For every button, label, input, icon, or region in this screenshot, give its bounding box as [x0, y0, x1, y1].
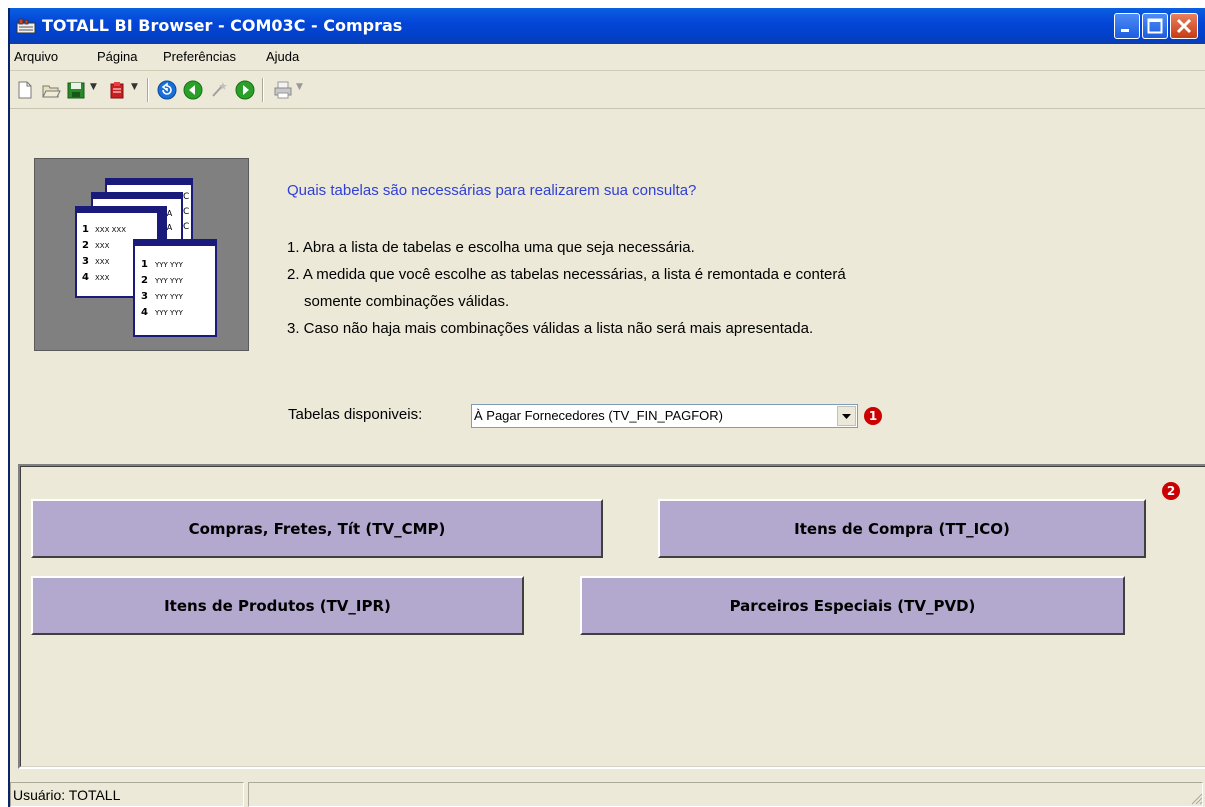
menu-bar: Arquivo Página Preferências Ajuda [10, 44, 1205, 71]
menu-ajuda[interactable]: Ajuda [266, 49, 299, 64]
svg-text:4: 4 [82, 272, 89, 283]
toolbar-separator [147, 78, 149, 102]
tables-select-value: À Pagar Fornecedores (TV_FIN_PAGFOR) [474, 408, 724, 423]
tables-illustration-image: C C C AA AA 1 XXX XXX 2 XXX 3 XXX 4 XXX … [75, 178, 217, 337]
status-pane-user: Usuário: TOTALL [10, 782, 244, 807]
callout-badge-2: 2 [1162, 482, 1180, 500]
minimize-icon [1121, 29, 1129, 32]
save-icon[interactable] [65, 79, 87, 101]
minimize-button[interactable] [1114, 13, 1140, 39]
status-user: Usuário: TOTALL [13, 787, 121, 803]
svg-text:3: 3 [82, 256, 89, 267]
title-bar[interactable]: TOTALL BI Browser - COM03C - Compras [10, 8, 1205, 44]
menu-preferencias[interactable]: Preferências [163, 49, 236, 64]
app-icon [16, 18, 36, 34]
svg-text:YYY YYY: YYY YYY [154, 309, 184, 317]
menu-pagina[interactable]: Página [97, 49, 137, 64]
table-button-tv-ipr[interactable]: Itens de Produtos (TV_IPR) [31, 576, 524, 635]
svg-text:XXX: XXX [95, 258, 110, 266]
svg-text:2: 2 [82, 240, 89, 251]
instruction-step: 2. A medida que você escolhe as tabelas … [287, 266, 846, 283]
menu-arquivo[interactable]: Arquivo [14, 49, 58, 64]
forward-icon[interactable] [234, 79, 256, 101]
instruction-steps: 1. Abra a lista de tabelas e escolha uma… [287, 234, 846, 342]
svg-text:1: 1 [141, 259, 148, 270]
svg-text:2: 2 [141, 275, 148, 286]
print-dropdown-icon[interactable]: ▼ [296, 82, 303, 92]
maximize-icon [1147, 18, 1163, 34]
window-title: TOTALL BI Browser - COM03C - Compras [42, 16, 403, 35]
toolbar-separator [262, 78, 264, 102]
instruction-question: Quais tabelas são necessárias para reali… [287, 182, 697, 199]
app-window: TOTALL BI Browser - COM03C - Compras Arq… [8, 8, 1205, 807]
instruction-step: 3. Caso não haja mais combinações válida… [287, 320, 814, 337]
close-button[interactable] [1170, 13, 1198, 39]
new-document-icon[interactable] [14, 79, 36, 101]
status-bar: Usuário: TOTALL [10, 779, 1205, 807]
callout-badge-1: 1 [864, 407, 882, 425]
open-folder-icon[interactable] [40, 79, 62, 101]
tables-select-dropdown-button[interactable] [837, 406, 856, 426]
table-button-tt-ico[interactable]: Itens de Compra (TT_ICO) [658, 499, 1146, 558]
table-button-tv-cmp[interactable]: Compras, Fretes, Tít (TV_CMP) [31, 499, 603, 558]
instruction-step: 1. Abra a lista de tabelas e escolha uma… [287, 239, 695, 256]
close-icon [1176, 18, 1192, 34]
svg-text:YYY YYY: YYY YYY [154, 293, 184, 301]
svg-text:XXX XXX: XXX XXX [95, 226, 126, 234]
svg-text:YYY YYY: YYY YYY [154, 261, 184, 269]
refresh-icon[interactable] [156, 79, 178, 101]
back-icon[interactable] [182, 79, 204, 101]
svg-text:1: 1 [82, 224, 89, 235]
svg-text:XXX: XXX [95, 242, 110, 250]
save-dropdown-icon[interactable]: ▼ [90, 82, 97, 92]
resize-grip-icon[interactable] [1189, 791, 1203, 805]
tables-select[interactable]: À Pagar Fornecedores (TV_FIN_PAGFOR) [471, 404, 858, 428]
instruction-step-continued: somente combinações válidas. [304, 293, 510, 310]
chevron-down-icon [842, 414, 851, 419]
svg-text:3: 3 [141, 291, 148, 302]
bookmark-dropdown-icon[interactable]: ▼ [131, 82, 138, 92]
toolbar: ▼ ▼ ▼ [10, 70, 1205, 109]
svg-text:C: C [183, 207, 189, 217]
maximize-button[interactable] [1142, 13, 1168, 39]
bookmark-icon[interactable] [106, 79, 128, 101]
svg-text:C: C [183, 222, 189, 232]
tables-select-label: Tabelas disponiveis: [288, 406, 423, 423]
svg-text:4: 4 [141, 307, 148, 318]
print-icon[interactable] [272, 79, 294, 101]
svg-text:C: C [183, 192, 189, 202]
table-button-tv-pvd[interactable]: Parceiros Especiais (TV_PVD) [580, 576, 1125, 635]
tables-illustration: C C C AA AA 1 XXX XXX 2 XXX 3 XXX 4 XXX … [34, 158, 249, 351]
status-pane-main [248, 782, 1203, 807]
svg-text:XXX: XXX [95, 274, 110, 282]
wand-icon[interactable] [208, 79, 230, 101]
svg-text:YYY YYY: YYY YYY [154, 277, 184, 285]
